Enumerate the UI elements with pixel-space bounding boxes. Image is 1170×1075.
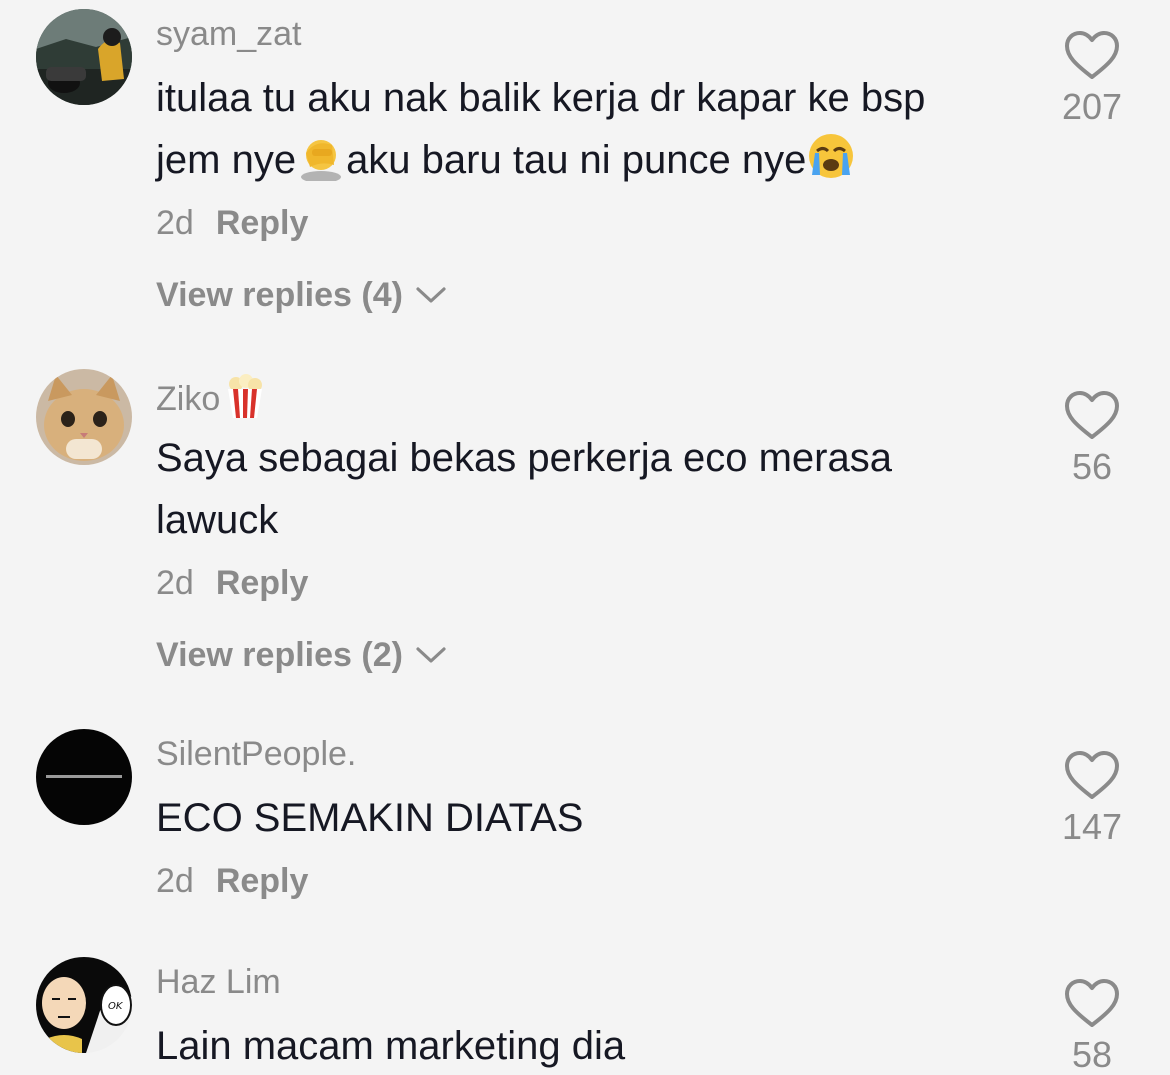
heart-icon[interactable] <box>1063 390 1121 442</box>
like-control: 207 <box>1050 30 1134 128</box>
facepalm-emoji <box>296 131 346 181</box>
comment-timestamp: 2d <box>156 204 194 242</box>
comment-text-line: jem nye aku baru tau ni punce nye <box>156 129 1036 191</box>
saitama-ok-avatar: OK <box>36 957 132 1053</box>
heart-icon[interactable] <box>1063 978 1121 1030</box>
crying-face-emoji <box>806 131 856 181</box>
chevron-down-icon <box>416 287 446 303</box>
popcorn-emoji <box>224 374 266 420</box>
avatar[interactable] <box>36 369 132 465</box>
comment-list: syam_zat itulaa tu aku nak balik kerja d… <box>0 0 1170 1075</box>
like-control: 147 <box>1050 750 1134 848</box>
like-count: 147 <box>1061 806 1123 847</box>
username-text: Ziko <box>156 380 221 418</box>
comment-timestamp: 2d <box>156 862 194 900</box>
comment-text-line: Saya sebagai bekas perkerja eco merasa <box>156 436 892 480</box>
comment-meta: 2d Reply <box>156 201 1036 245</box>
reply-button[interactable]: Reply <box>216 862 309 900</box>
comment-text-line: ECO SEMAKIN DIATAS <box>156 796 584 840</box>
reply-button[interactable]: Reply <box>216 564 309 602</box>
comment-text: ECO SEMAKIN DIATAS <box>156 787 1036 849</box>
avatar[interactable] <box>36 9 132 105</box>
like-count: 207 <box>1061 86 1123 127</box>
heart-icon[interactable] <box>1063 750 1121 802</box>
comment-text-line: lawuck <box>156 498 279 542</box>
motorcycle-rider-avatar <box>36 9 132 105</box>
black-text-avatar <box>36 729 132 825</box>
view-replies-button[interactable]: View replies (4) <box>156 273 447 317</box>
like-control: 56 <box>1050 390 1134 488</box>
comment-text-segment: aku baru tau ni punce nye <box>346 138 807 182</box>
cat-avatar <box>36 369 132 465</box>
comment-text-line: itulaa tu aku nak balik kerja dr kapar k… <box>156 76 926 120</box>
comment-text-segment: jem nye <box>156 138 297 182</box>
comment-text: Saya sebagai bekas perkerja eco merasa l… <box>156 427 1036 551</box>
comment-username[interactable]: SilentPeople. <box>156 734 1036 774</box>
comment-meta: 2d Reply <box>156 561 1036 605</box>
like-count: 56 <box>1071 446 1113 487</box>
view-replies-button[interactable]: View replies (2) <box>156 633 447 677</box>
view-replies-label: View replies (4) <box>156 276 403 314</box>
avatar[interactable]: OK <box>36 957 132 1053</box>
comment-text-line: Lain macam marketing dia <box>156 1024 626 1068</box>
comment-timestamp: 2d <box>156 564 194 602</box>
comment-username[interactable]: syam_zat <box>156 14 1036 54</box>
view-replies-label: View replies (2) <box>156 636 403 674</box>
comment-username[interactable]: Haz Lim <box>156 962 1036 1002</box>
comment-username[interactable]: Ziko <box>156 374 1036 418</box>
heart-icon[interactable] <box>1063 30 1121 82</box>
comment-text: Lain macam marketing dia <box>156 1015 1036 1075</box>
avatar[interactable] <box>36 729 132 825</box>
svg-text:OK: OK <box>108 1001 124 1012</box>
like-control: 58 <box>1050 978 1134 1075</box>
reply-button[interactable]: Reply <box>216 204 309 242</box>
comment-meta: 2d Reply <box>156 859 1036 903</box>
like-count: 58 <box>1071 1034 1113 1075</box>
comment-text: itulaa tu aku nak balik kerja dr kapar k… <box>156 67 1036 191</box>
chevron-down-icon <box>416 647 446 663</box>
